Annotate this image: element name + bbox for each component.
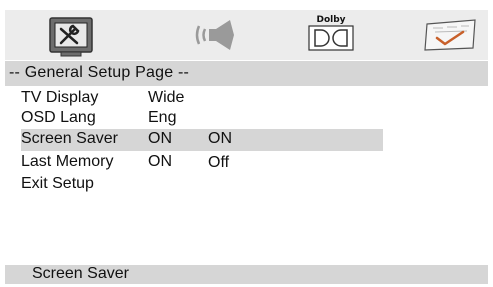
setup-tab-bar: Dolby (5, 10, 488, 60)
status-bar: Screen Saver (5, 265, 488, 284)
setup-menu-screen: Dolby -- General Setup Page -- TV Displa… (5, 6, 488, 284)
tab-general-setup[interactable] (47, 10, 95, 60)
menu-item-value: Eng (148, 109, 177, 126)
status-text: Screen Saver (32, 265, 129, 282)
menu-item-label: OSD Lang (21, 109, 96, 126)
menu-item-value: ON (148, 130, 172, 147)
page-title: -- General Setup Page -- (9, 64, 189, 81)
menu-item-label: Last Memory (21, 153, 114, 170)
tab-preferences-setup[interactable] (423, 10, 479, 60)
menu-item-screen-saver[interactable]: Screen Saver ON (5, 129, 488, 151)
option-off[interactable]: Off (208, 154, 229, 172)
menu-item-value: Wide (148, 89, 185, 106)
menu-item-label: Screen Saver (21, 130, 118, 147)
page-title-bar: -- General Setup Page -- (5, 61, 488, 86)
option-on[interactable]: ON (208, 130, 232, 148)
speaker-audio-icon (195, 20, 234, 50)
menu-item-tv-display[interactable]: TV Display Wide (5, 88, 488, 110)
menu-item-exit-setup[interactable]: Exit Setup (5, 174, 488, 196)
tab-dolby-setup[interactable]: Dolby (307, 10, 355, 60)
menu-item-label: TV Display (21, 89, 99, 106)
preferences-check-icon (424, 19, 476, 51)
svg-text:Dolby: Dolby (316, 15, 345, 25)
menu-item-osd-lang[interactable]: OSD Lang Eng (5, 108, 488, 130)
menu-item-value: ON (148, 153, 172, 170)
dolby-icon: Dolby (308, 15, 354, 51)
menu-item-label: Exit Setup (21, 175, 94, 192)
general-setup-icon (49, 17, 93, 57)
tab-audio-setup[interactable] (188, 10, 238, 60)
menu-item-last-memory[interactable]: Last Memory ON (5, 152, 488, 174)
